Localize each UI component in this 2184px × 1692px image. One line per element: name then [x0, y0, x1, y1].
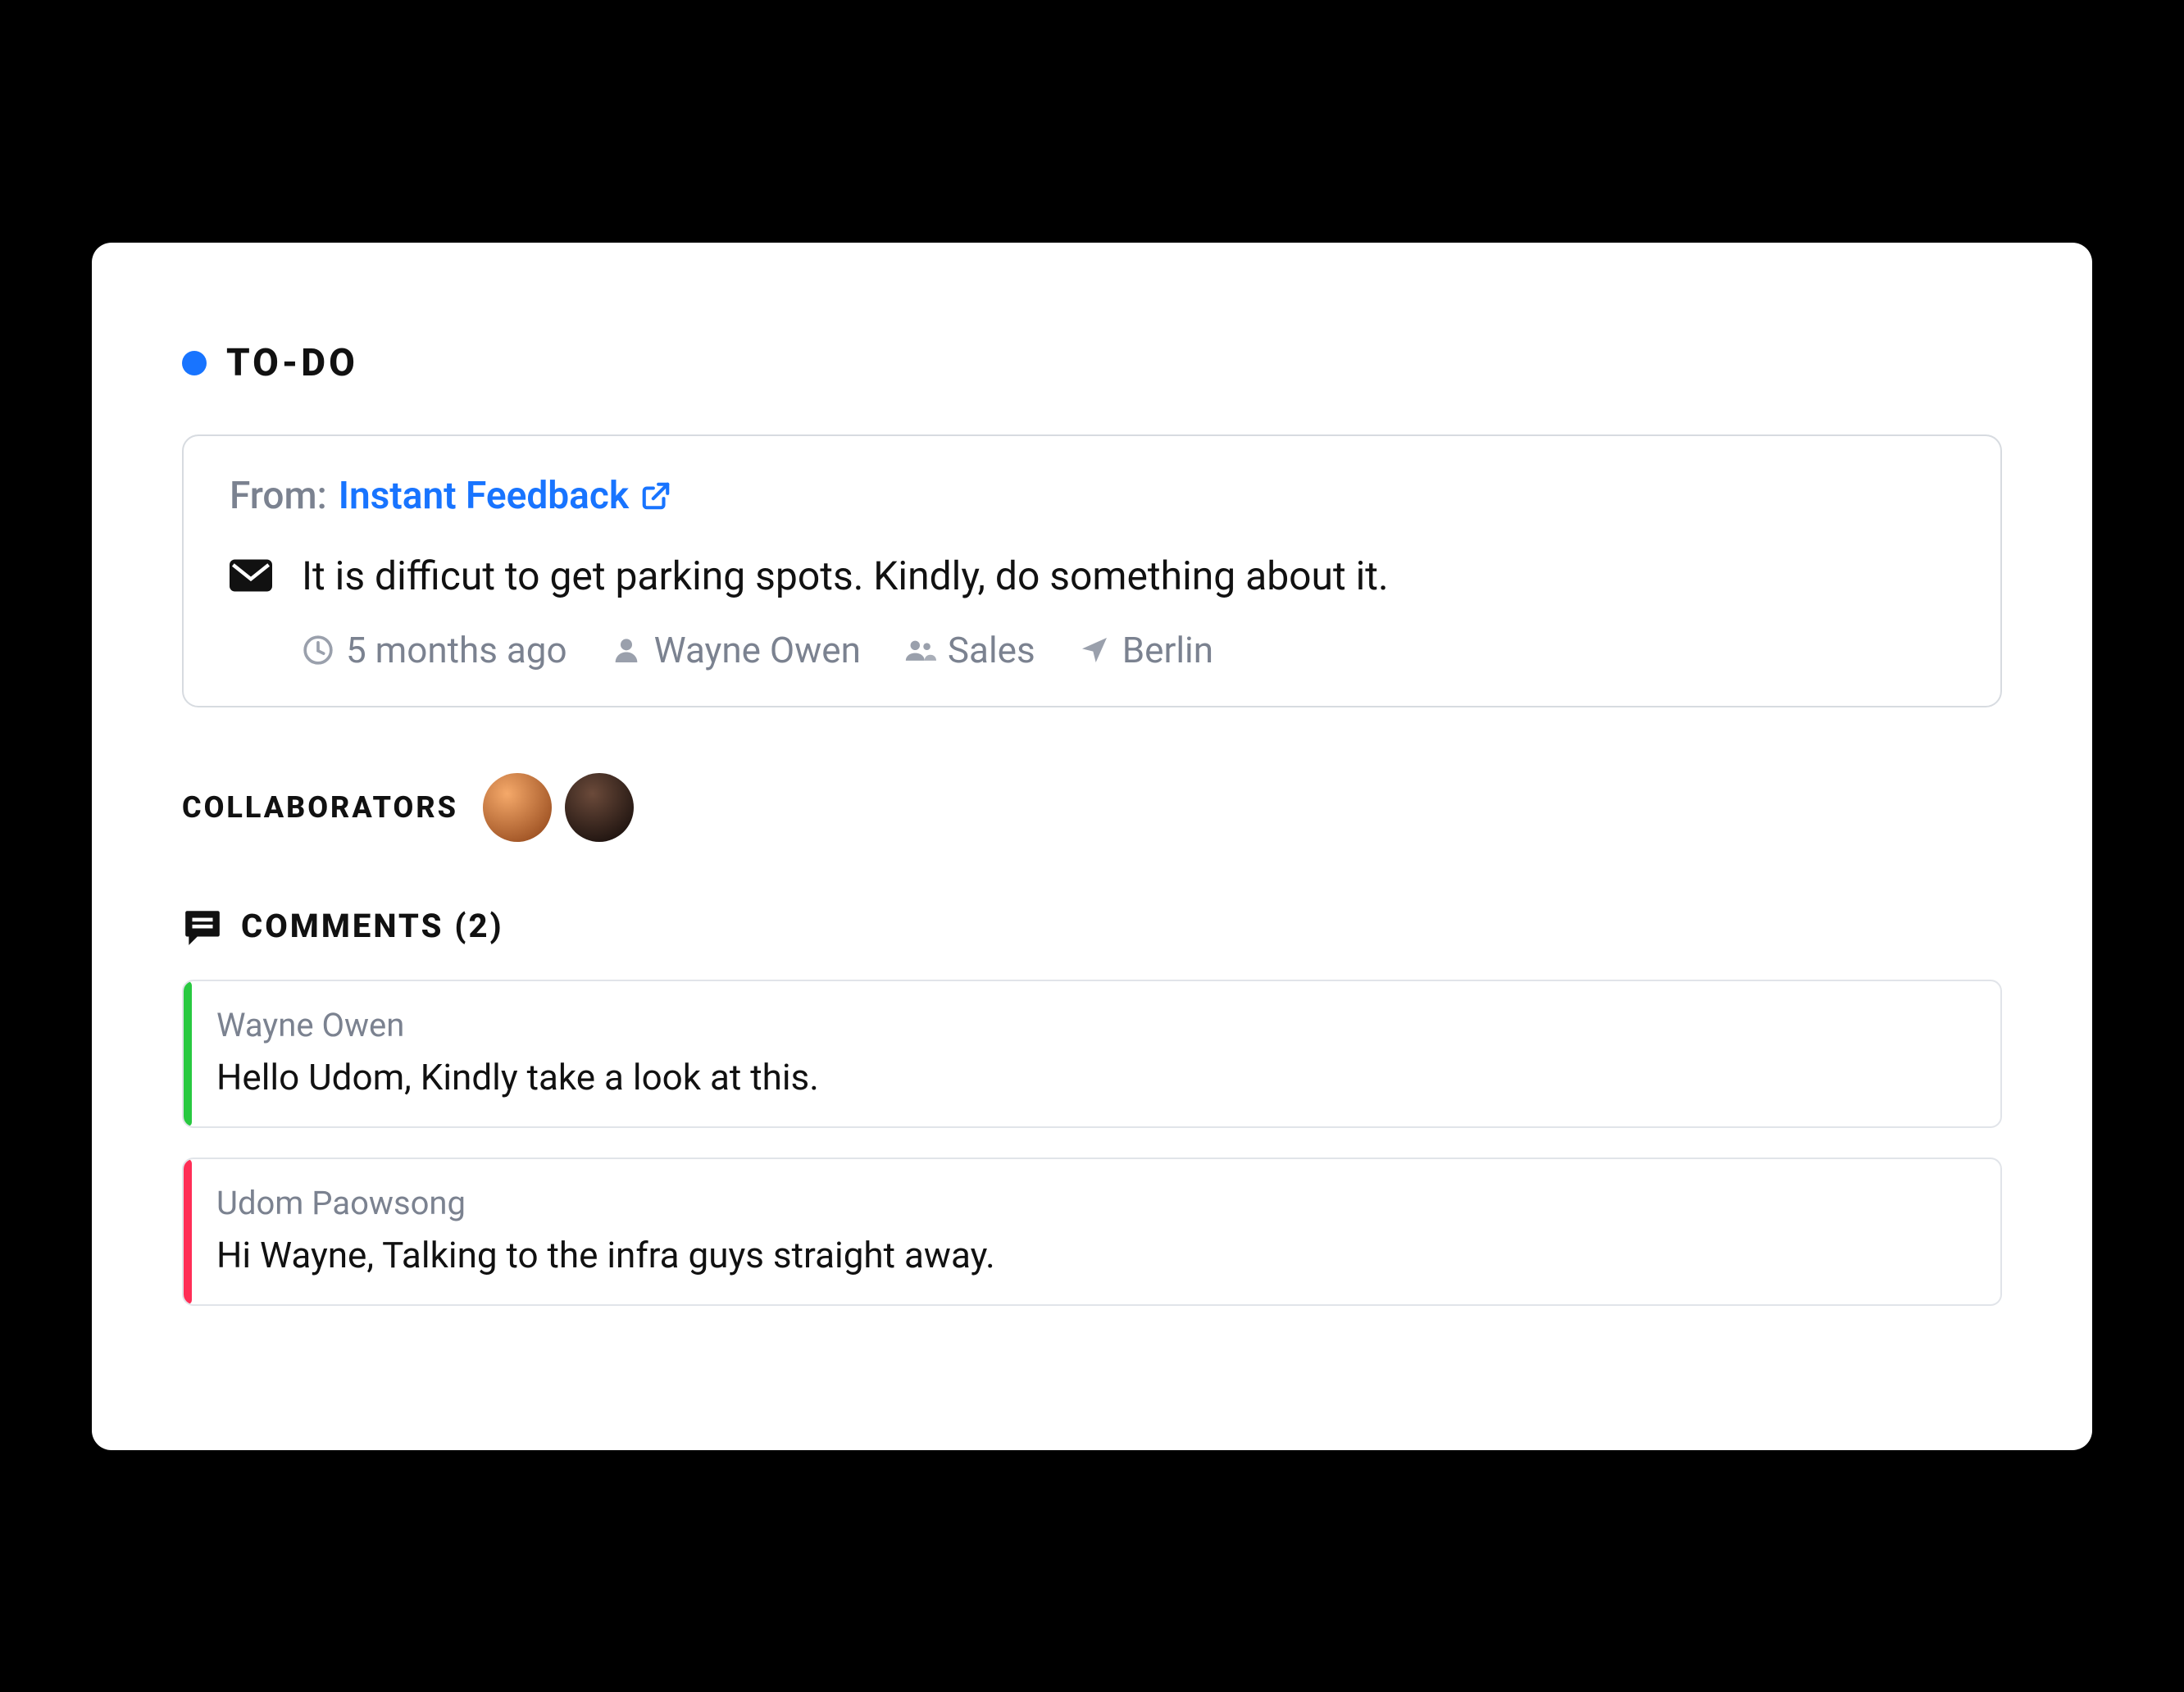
from-line: From: Instant Feedback [230, 474, 1954, 518]
location-arrow-icon [1078, 634, 1111, 666]
from-label: From: [230, 474, 327, 518]
comment-body: Hello Udom, Kindly take a look at this. [216, 1056, 1968, 1098]
comment-item[interactable]: Wayne Owen Hello Udom, Kindly take a loo… [182, 980, 2002, 1128]
feedback-message: It is difficut to get parking spots. Kin… [302, 553, 1389, 599]
comments-icon [182, 906, 223, 947]
collaborator-avatars [483, 773, 634, 842]
source-link[interactable]: Instant Feedback [339, 474, 671, 518]
meta-time: 5 months ago [302, 629, 567, 671]
meta-person: Wayne Owen [610, 629, 861, 671]
mail-icon [230, 558, 272, 593]
feedback-item[interactable]: From: Instant Feedback It is difficut to… [182, 434, 2002, 707]
clock-icon [302, 634, 334, 666]
collaborators-row: COLLABORATORS [182, 773, 2002, 842]
status-dot-icon [182, 351, 207, 375]
comment-author: Udom Paowsong [216, 1184, 1968, 1222]
meta-location: Berlin [1078, 629, 1213, 671]
comments-header: COMMENTS (2) [182, 906, 2002, 947]
avatar[interactable] [565, 773, 634, 842]
source-name: Instant Feedback [339, 474, 629, 518]
meta-team-text: Sales [948, 629, 1035, 671]
people-icon [903, 634, 936, 666]
person-icon [610, 634, 643, 666]
comment-author: Wayne Owen [216, 1006, 1968, 1044]
meta-team: Sales [903, 629, 1035, 671]
feedback-meta: 5 months ago Wayne Owen Sales [230, 629, 1954, 671]
external-link-icon [640, 480, 671, 512]
section-title: TO-DO [226, 341, 358, 385]
meta-person-text: Wayne Owen [654, 629, 861, 671]
section-header: TO-DO [182, 341, 2002, 385]
comment-item[interactable]: Udom Paowsong Hi Wayne, Talking to the i… [182, 1158, 2002, 1306]
comments-title: COMMENTS (2) [241, 907, 504, 945]
meta-time-text: 5 months ago [346, 629, 567, 671]
comment-body: Hi Wayne, Talking to the infra guys stra… [216, 1234, 1968, 1276]
avatar[interactable] [483, 773, 552, 842]
feedback-message-row: It is difficut to get parking spots. Kin… [230, 553, 1954, 599]
collaborators-label: COLLABORATORS [182, 790, 458, 825]
todo-card: TO-DO From: Instant Feedback It is diffi… [92, 243, 2092, 1450]
meta-location-text: Berlin [1122, 629, 1213, 671]
